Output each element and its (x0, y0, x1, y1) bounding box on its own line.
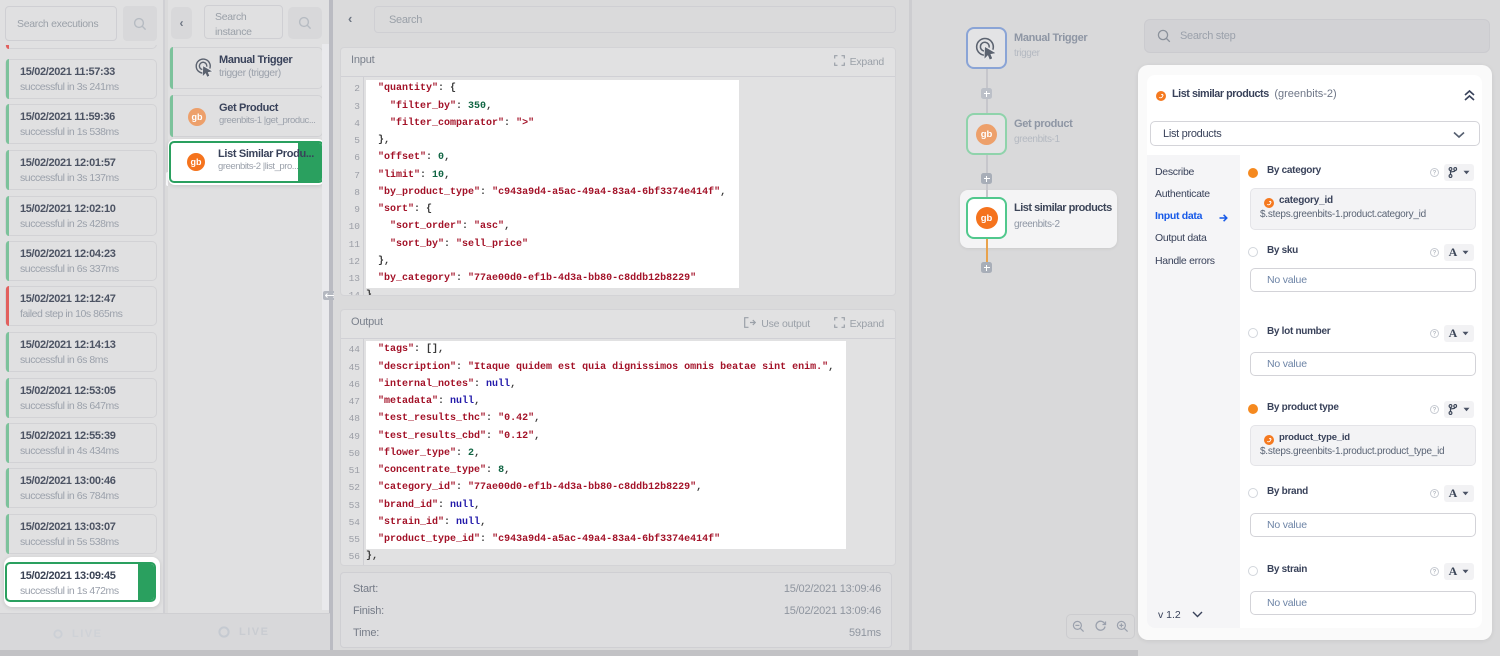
svg-text:?: ? (1433, 569, 1437, 575)
svg-text:?: ? (1433, 331, 1437, 337)
svg-text:?: ? (1433, 170, 1437, 176)
svg-text:?: ? (1433, 407, 1437, 413)
svg-text:?: ? (1433, 491, 1437, 497)
svg-text:?: ? (1433, 250, 1437, 256)
